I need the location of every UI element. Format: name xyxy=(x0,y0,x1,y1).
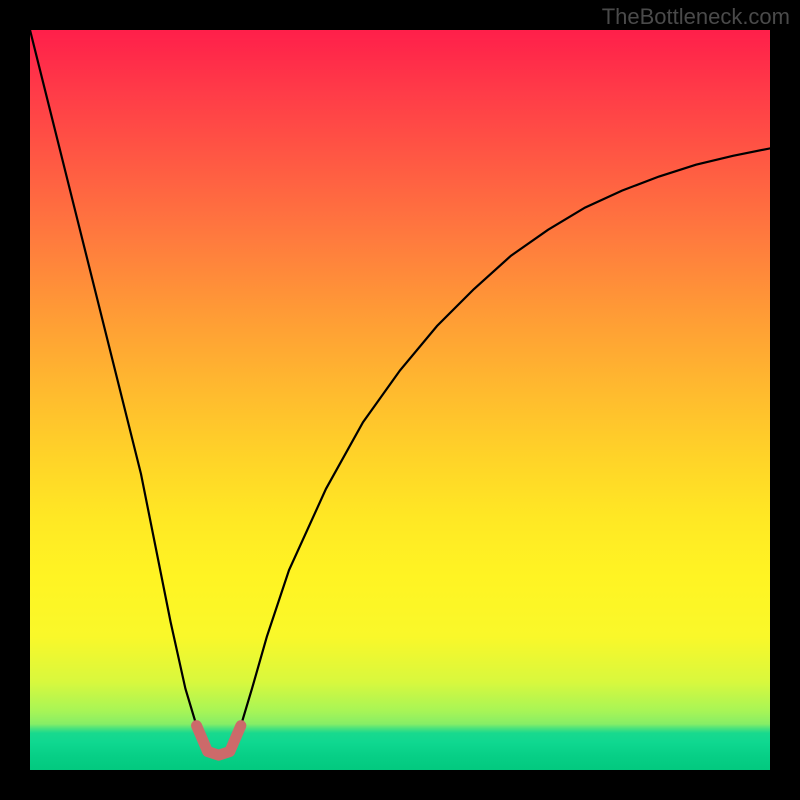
watermark-text: TheBottleneck.com xyxy=(602,4,790,30)
notch-highlight xyxy=(197,726,241,756)
plot-area xyxy=(30,30,770,770)
bottleneck-curve xyxy=(30,30,770,755)
curve-svg xyxy=(30,30,770,770)
